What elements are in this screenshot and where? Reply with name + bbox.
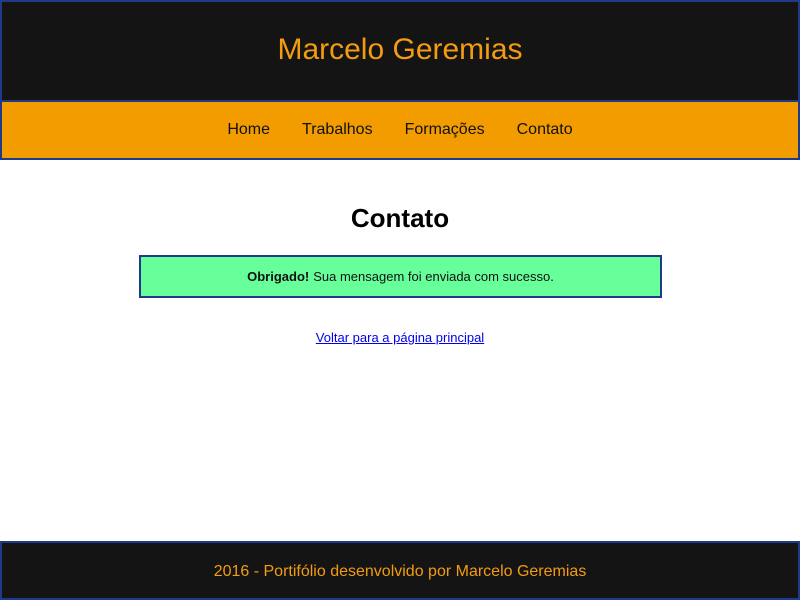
alert-strong-text: Obrigado! — [247, 269, 310, 284]
page-title: Contato — [350, 203, 450, 233]
site-title: Marcelo Geremias — [277, 33, 523, 66]
back-link-container: Voltar para a página principal — [0, 330, 800, 345]
site-header: Marcelo Geremias — [0, 0, 800, 102]
nav-item-home: Home — [227, 121, 270, 139]
nav-item-formacoes: Formações — [405, 121, 485, 139]
page: Marcelo Geremias Home Trabalhos Formaçõe… — [0, 0, 800, 600]
main-nav: Home Trabalhos Formações Contato — [0, 100, 800, 160]
nav-link-contato[interactable]: Contato — [517, 121, 573, 138]
alert-message: Sua mensagem foi enviada com sucesso. — [313, 269, 554, 284]
nav-item-contato: Contato — [517, 121, 573, 139]
success-alert: Obrigado! Sua mensagem foi enviada com s… — [139, 255, 662, 298]
site-footer: 2016 - Portifólio desenvolvido por Marce… — [0, 541, 800, 600]
nav-item-trabalhos: Trabalhos — [302, 121, 373, 139]
nav-link-trabalhos[interactable]: Trabalhos — [302, 121, 373, 138]
nav-list: Home Trabalhos Formações Contato — [211, 121, 588, 139]
nav-link-formacoes[interactable]: Formações — [405, 121, 485, 138]
nav-link-home[interactable]: Home — [227, 121, 270, 138]
back-to-home-link[interactable]: Voltar para a página principal — [316, 330, 484, 345]
footer-text: 2016 - Portifólio desenvolvido por Marce… — [213, 562, 587, 580]
